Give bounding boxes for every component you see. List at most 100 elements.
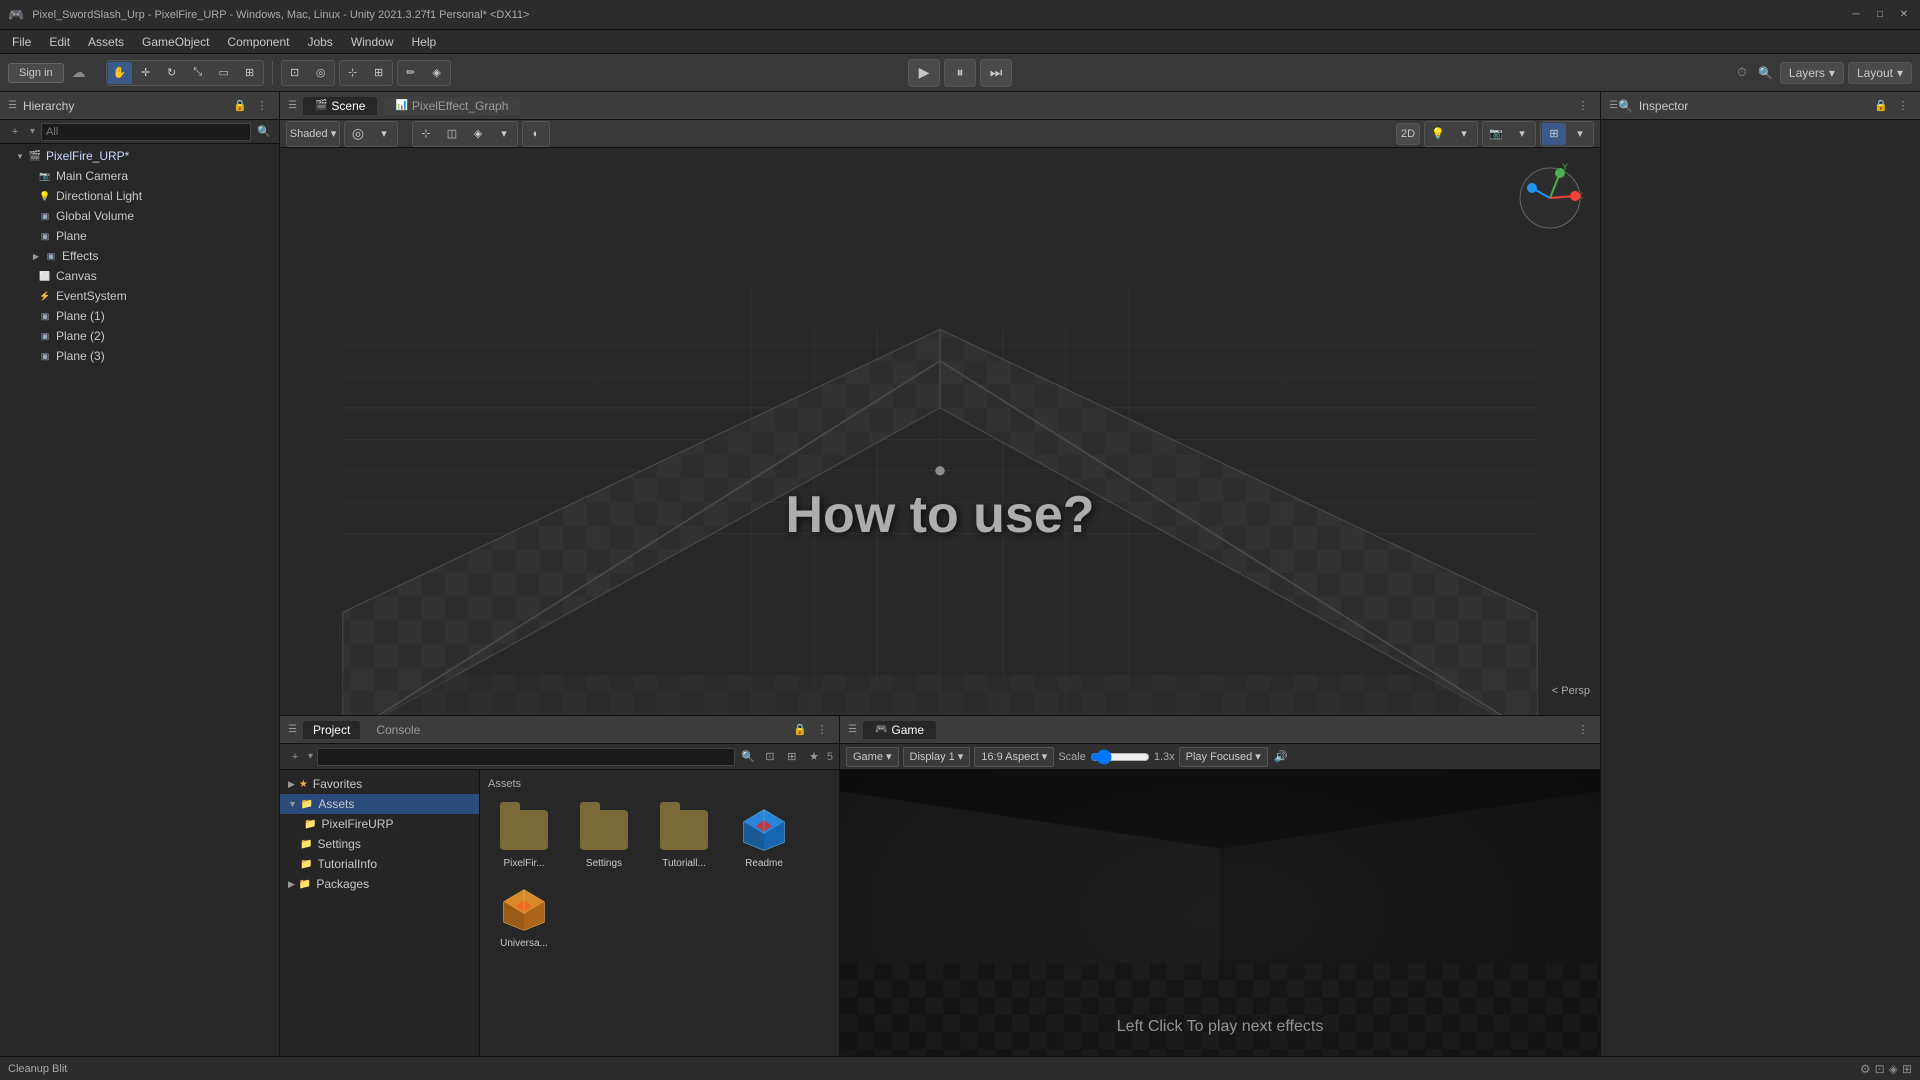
play-button[interactable]: ▶ [908, 59, 940, 87]
file-item-tutoriall[interactable]: Tutoriall... [648, 802, 720, 874]
grid-button[interactable]: ⊞ [367, 62, 391, 84]
extra-btn[interactable]: ◈ [425, 62, 449, 84]
view-mode-button[interactable]: ◎ [346, 123, 370, 145]
gizmo-button[interactable]: 💡 [1426, 123, 1450, 145]
scene-tool-2[interactable]: ◫ [440, 123, 464, 145]
project-more-icon[interactable]: ⋮ [813, 721, 831, 739]
pause-button[interactable]: ⏸ [944, 59, 976, 87]
hierarchy-item-plane3[interactable]: ▣ Plane (3) ⋮ [0, 346, 279, 366]
menu-window[interactable]: Window [343, 33, 402, 51]
transform-tool-button[interactable]: ⊞ [238, 62, 262, 84]
hierarchy-item-eventsystem[interactable]: ⚡ EventSystem ⋮ [0, 286, 279, 306]
sign-in-button[interactable]: Sign in [8, 63, 64, 83]
step-button[interactable]: ⏭ [980, 59, 1012, 87]
hierarchy-add-button[interactable]: + [6, 123, 24, 141]
project-view-icon[interactable]: ⊞ [783, 748, 801, 766]
scene-3d-view[interactable]: ✋ ✛ ↻ ⤡ ▭ ⊞ [280, 148, 1600, 715]
scene-tool-1[interactable]: ⊹ [414, 123, 438, 145]
hierarchy-item-pixelfire[interactable]: ▼ 🎬 PixelFire_URP* ⋮ [0, 146, 279, 166]
close-button[interactable]: ✕ [1896, 7, 1912, 23]
history-button[interactable]: ⏱ [1732, 63, 1752, 83]
search-button[interactable]: 🔍 [1756, 63, 1776, 83]
scale-tool-button[interactable]: ⤡ [186, 62, 210, 84]
game-view[interactable]: Left Click To play next effects [840, 770, 1600, 1056]
inspector-lock-icon[interactable]: 🔒 [1872, 97, 1890, 115]
scene-tool-4[interactable]: ▾ [492, 123, 516, 145]
pivot-button[interactable]: ⊡ [283, 62, 307, 84]
hierarchy-item-plane[interactable]: ▣ Plane ⋮ [0, 226, 279, 246]
hierarchy-search-input[interactable] [41, 123, 251, 141]
layout-chevron-icon: ▾ [1897, 66, 1903, 80]
maximize-button[interactable]: □ [1872, 7, 1888, 23]
menu-edit[interactable]: Edit [41, 33, 78, 51]
play-focused-dropdown[interactable]: Play Focused ▾ [1179, 747, 1268, 767]
camera-dropdown[interactable]: ▾ [1510, 123, 1534, 145]
tab-game[interactable]: 🎮 Game [863, 721, 936, 739]
camera-button[interactable]: 📷 [1484, 123, 1508, 145]
render-dropdown[interactable]: ▾ [1568, 123, 1592, 145]
tab-pixeleffect[interactable]: 📊 PixelEffect_Graph [383, 97, 520, 115]
menu-help[interactable]: Help [404, 33, 445, 51]
file-item-readme[interactable]: Readme [728, 802, 800, 874]
hierarchy-more-icon[interactable]: ⋮ [253, 97, 271, 115]
paint-button[interactable]: ✏ [399, 62, 423, 84]
game-mode-dropdown[interactable]: Game ▾ [846, 747, 899, 767]
game-more-icon[interactable]: ⋮ [1574, 721, 1592, 739]
project-star-icon[interactable]: ★ [805, 748, 823, 766]
menu-gameobject[interactable]: GameObject [134, 33, 217, 51]
tree-item-tutorialinfo[interactable]: 📁 TutorialInfo [280, 854, 479, 874]
hierarchy-item-directional-light[interactable]: 💡 Directional Light ⋮ [0, 186, 279, 206]
game-audio-icon[interactable]: 🔊 [1272, 748, 1290, 766]
tab-console[interactable]: Console [366, 721, 430, 739]
project-search-icon[interactable]: 🔍 [739, 748, 757, 766]
project-files-area: Assets PixelFir... [480, 770, 839, 1056]
menu-file[interactable]: File [4, 33, 39, 51]
file-item-pixelfir[interactable]: PixelFir... [488, 802, 560, 874]
hand-tool-button[interactable]: ✋ [108, 62, 132, 84]
layers-dropdown[interactable]: Layers ▾ [1780, 62, 1844, 84]
aspect-dropdown[interactable]: 16:9 Aspect ▾ [974, 747, 1054, 767]
project-lock-icon[interactable]: 🔒 [791, 721, 809, 739]
scene-tool-3[interactable]: ◈ [466, 123, 490, 145]
hierarchy-search-icon[interactable]: 🔍 [255, 123, 273, 141]
menu-component[interactable]: Component [219, 33, 297, 51]
menu-assets[interactable]: Assets [80, 33, 132, 51]
scale-slider[interactable] [1090, 750, 1150, 764]
tree-item-pixelfireurp[interactable]: 📁 PixelFireURP [280, 814, 479, 834]
view-dropdown-icon[interactable]: ▾ [372, 123, 396, 145]
rect-tool-button[interactable]: ▭ [212, 62, 236, 84]
hierarchy-item-global-volume[interactable]: ▣ Global Volume ⋮ [0, 206, 279, 226]
menu-jobs[interactable]: Jobs [299, 33, 340, 51]
display-dropdown[interactable]: Display 1 ▾ [903, 747, 971, 767]
hierarchy-item-plane2[interactable]: ▣ Plane (2) ⋮ [0, 326, 279, 346]
hierarchy-item-canvas[interactable]: ⬜ Canvas ⋮ [0, 266, 279, 286]
hierarchy-item-effects[interactable]: ▶ ▣ Effects ⋮ [0, 246, 279, 266]
scene-extra-1[interactable]: ◐ [524, 123, 548, 145]
hierarchy-lock-icon[interactable]: 🔒 [231, 97, 249, 115]
layout-dropdown[interactable]: Layout ▾ [1848, 62, 1912, 84]
tree-item-settings[interactable]: 📁 Settings [280, 834, 479, 854]
hierarchy-item-plane1[interactable]: ▣ Plane (1) ⋮ [0, 306, 279, 326]
file-item-universa[interactable]: Universa... [488, 882, 560, 954]
project-filter-icon[interactable]: ⊡ [761, 748, 779, 766]
move-tool-button[interactable]: ✛ [134, 62, 158, 84]
gizmo-toggle[interactable]: ▾ [1452, 123, 1476, 145]
inspector-more-icon[interactable]: ⋮ [1894, 97, 1912, 115]
tab-scene[interactable]: 🎬 Scene [303, 97, 377, 115]
project-search-input[interactable] [317, 748, 735, 766]
hierarchy-item-main-camera[interactable]: 📷 Main Camera ⋮ [0, 166, 279, 186]
snap-button[interactable]: ⊹ [341, 62, 365, 84]
file-item-settings[interactable]: Settings [568, 802, 640, 874]
minimize-button[interactable]: ─ [1848, 7, 1864, 23]
tree-item-assets[interactable]: ▼ 📁 Assets [280, 794, 479, 814]
rotate-tool-button[interactable]: ↻ [160, 62, 184, 84]
shaded-button[interactable]: Shaded ▾ [288, 123, 338, 145]
tab-project[interactable]: Project [303, 721, 360, 739]
render-button[interactable]: ⊞ [1542, 123, 1566, 145]
project-add-button[interactable]: + [286, 748, 304, 766]
tree-item-favorites[interactable]: ▶ ★ Favorites [280, 774, 479, 794]
2d-button[interactable]: 2D [1396, 123, 1420, 145]
global-button[interactable]: ◎ [309, 62, 333, 84]
scene-more-icon[interactable]: ⋮ [1574, 97, 1592, 115]
tree-item-packages[interactable]: ▶ 📁 Packages [280, 874, 479, 894]
